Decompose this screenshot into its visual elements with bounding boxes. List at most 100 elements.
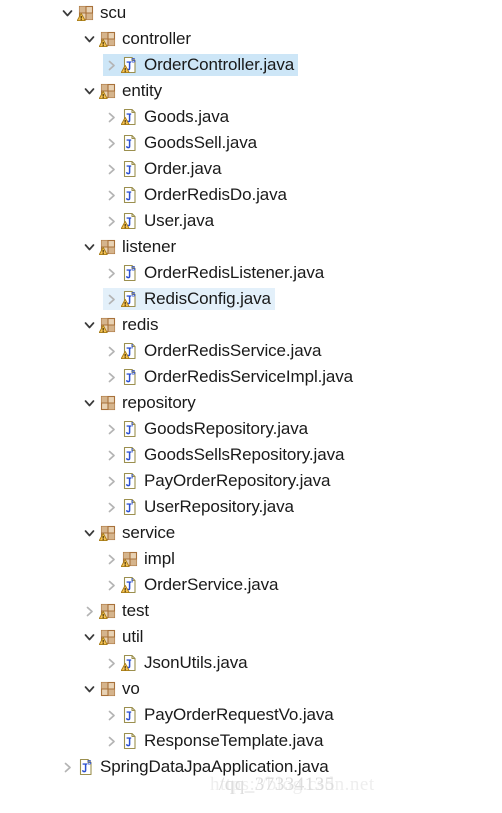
tree-row-content[interactable]: scu (59, 2, 130, 24)
chevron-down-icon[interactable] (59, 2, 76, 24)
chevron-right-icon[interactable] (103, 470, 120, 492)
tree-row-userrepository-java[interactable]: I UserRepository.java (0, 494, 502, 520)
chevron-right-icon[interactable] (103, 54, 120, 76)
chevron-right-icon[interactable] (103, 444, 120, 466)
tree-row-content[interactable]: PayOrderRequestVo.java (103, 704, 338, 726)
tree-row-test[interactable]: test (0, 598, 502, 624)
chevron-down-icon[interactable] (81, 236, 98, 258)
tree-row-content[interactable]: listener (81, 236, 180, 258)
tree-row-content[interactable]: I OrderRedisService.java (103, 340, 325, 362)
tree-row-content[interactable]: GoodsSell.java (103, 132, 261, 154)
chevron-right-icon[interactable] (103, 366, 120, 388)
chevron-right-icon[interactable] (103, 288, 120, 310)
chevron-right-icon[interactable] (103, 548, 120, 570)
tree-row-content[interactable]: JsonUtils.java (103, 652, 251, 674)
tree-row-label: JsonUtils.java (144, 653, 248, 672)
chevron-right-icon[interactable] (103, 184, 120, 206)
chevron-right-icon[interactable] (103, 262, 120, 284)
tree-row-content[interactable]: S RedisConfig.java (103, 288, 275, 310)
chevron-down-icon[interactable] (81, 80, 98, 102)
tree-row-scu[interactable]: scu (0, 0, 502, 26)
tree-row-label: OrderRedisListener.java (144, 263, 325, 282)
tree-row-label: redis (122, 315, 159, 334)
tree-row-content[interactable]: controller (81, 28, 195, 50)
chevron-down-icon[interactable] (81, 522, 98, 544)
tree-row-label: GoodsSellsRepository.java (144, 445, 345, 464)
chevron-right-icon[interactable] (103, 340, 120, 362)
tree-row-content[interactable]: S OrderRedisServiceImpl.java (103, 366, 357, 388)
tree-row-content[interactable]: util (81, 626, 147, 648)
tree-row-goods-java[interactable]: Goods.java (0, 104, 502, 130)
tree-row-order-java[interactable]: Order.java (0, 156, 502, 182)
tree-row-springdatajpaapplication-java[interactable]: S SpringDataJpaApplication.java (0, 754, 502, 780)
tree-row-util[interactable]: util (0, 624, 502, 650)
tree-row-orderredisserviceimpl-java[interactable]: S OrderRedisServiceImpl.java (0, 364, 502, 390)
tree-row-goodssellsrepository-java[interactable]: I GoodsSellsRepository.java (0, 442, 502, 468)
tree-row-content[interactable]: entity (81, 80, 166, 102)
tree-row-service[interactable]: service (0, 520, 502, 546)
tree-row-content[interactable]: Goods.java (103, 106, 233, 128)
tree-row-content[interactable]: I UserRepository.java (103, 496, 298, 518)
chevron-down-icon[interactable] (81, 392, 98, 414)
chevron-right-icon[interactable] (103, 496, 120, 518)
tree-row-listener[interactable]: listener (0, 234, 502, 260)
svg-text:I: I (131, 448, 133, 455)
tree-row-label: OrderRedisDo.java (144, 185, 287, 204)
tree-row-controller[interactable]: controller (0, 26, 502, 52)
tree-row-orderredisdo-java[interactable]: OrderRedisDo.java (0, 182, 502, 208)
tree-row-jsonutils-java[interactable]: JsonUtils.java (0, 650, 502, 676)
chevron-right-icon[interactable] (103, 574, 120, 596)
tree-row-ordercontroller-java[interactable]: S OrderController.java (0, 52, 502, 78)
tree-row-label: GoodsRepository.java (144, 419, 308, 438)
tree-row-orderredislistener-java[interactable]: S OrderRedisListener.java (0, 260, 502, 286)
tree-row-redis[interactable]: redis (0, 312, 502, 338)
tree-row-content[interactable]: ResponseTemplate.java (103, 730, 327, 752)
tree-row-payorderrequestvo-java[interactable]: PayOrderRequestVo.java (0, 702, 502, 728)
tree-row-goodssell-java[interactable]: GoodsSell.java (0, 130, 502, 156)
tree-row-content[interactable]: service (81, 522, 179, 544)
tree-row-redisconfig-java[interactable]: S RedisConfig.java (0, 286, 502, 312)
chevron-right-icon[interactable] (103, 652, 120, 674)
tree-row-content[interactable]: I OrderService.java (103, 574, 282, 596)
chevron-right-icon[interactable] (103, 730, 120, 752)
tree-row-content[interactable]: vo (81, 678, 144, 700)
tree-row-goodsrepository-java[interactable]: I GoodsRepository.java (0, 416, 502, 442)
chevron-down-icon[interactable] (81, 28, 98, 50)
tree-row-label: util (122, 627, 144, 646)
svg-text:S: S (131, 58, 136, 65)
chevron-right-icon[interactable] (59, 756, 76, 778)
tree-row-content[interactable]: Order.java (103, 158, 225, 180)
tree-row-impl[interactable]: impl (0, 546, 502, 572)
tree-row-entity[interactable]: entity (0, 78, 502, 104)
tree-row-content[interactable]: test (81, 600, 153, 622)
tree-row-content[interactable]: repository (81, 392, 200, 414)
tree-row-repository[interactable]: repository (0, 390, 502, 416)
chevron-right-icon[interactable] (103, 106, 120, 128)
tree-row-orderredisservice-java[interactable]: I OrderRedisService.java (0, 338, 502, 364)
tree-row-payorderrepository-java[interactable]: I PayOrderRepository.java (0, 468, 502, 494)
chevron-down-icon[interactable] (81, 626, 98, 648)
tree-row-content[interactable]: OrderRedisDo.java (103, 184, 291, 206)
tree-row-orderservice-java[interactable]: I OrderService.java (0, 572, 502, 598)
tree-row-content[interactable]: I GoodsRepository.java (103, 418, 312, 440)
tree-row-responsetemplate-java[interactable]: ResponseTemplate.java (0, 728, 502, 754)
tree-row-vo[interactable]: vo (0, 676, 502, 702)
tree-row-content[interactable]: redis (81, 314, 162, 336)
chevron-right-icon[interactable] (103, 210, 120, 232)
chevron-right-icon[interactable] (81, 600, 98, 622)
tree-row-content[interactable]: I PayOrderRepository.java (103, 470, 334, 492)
package-explorer-tree[interactable]: scu controller S OrderController.java entity… (0, 0, 502, 813)
chevron-down-icon[interactable] (81, 678, 98, 700)
tree-row-content[interactable]: S OrderController.java (103, 54, 299, 76)
chevron-right-icon[interactable] (103, 704, 120, 726)
chevron-right-icon[interactable] (103, 158, 120, 180)
tree-row-content[interactable]: I GoodsSellsRepository.java (103, 444, 348, 466)
tree-row-content[interactable]: impl (103, 548, 179, 570)
tree-row-content[interactable]: S SpringDataJpaApplication.java (59, 756, 333, 778)
tree-row-user-java[interactable]: User.java (0, 208, 502, 234)
tree-row-content[interactable]: S OrderRedisListener.java (103, 262, 328, 284)
chevron-right-icon[interactable] (103, 418, 120, 440)
chevron-right-icon[interactable] (103, 132, 120, 154)
chevron-down-icon[interactable] (81, 314, 98, 336)
tree-row-content[interactable]: User.java (103, 210, 218, 232)
